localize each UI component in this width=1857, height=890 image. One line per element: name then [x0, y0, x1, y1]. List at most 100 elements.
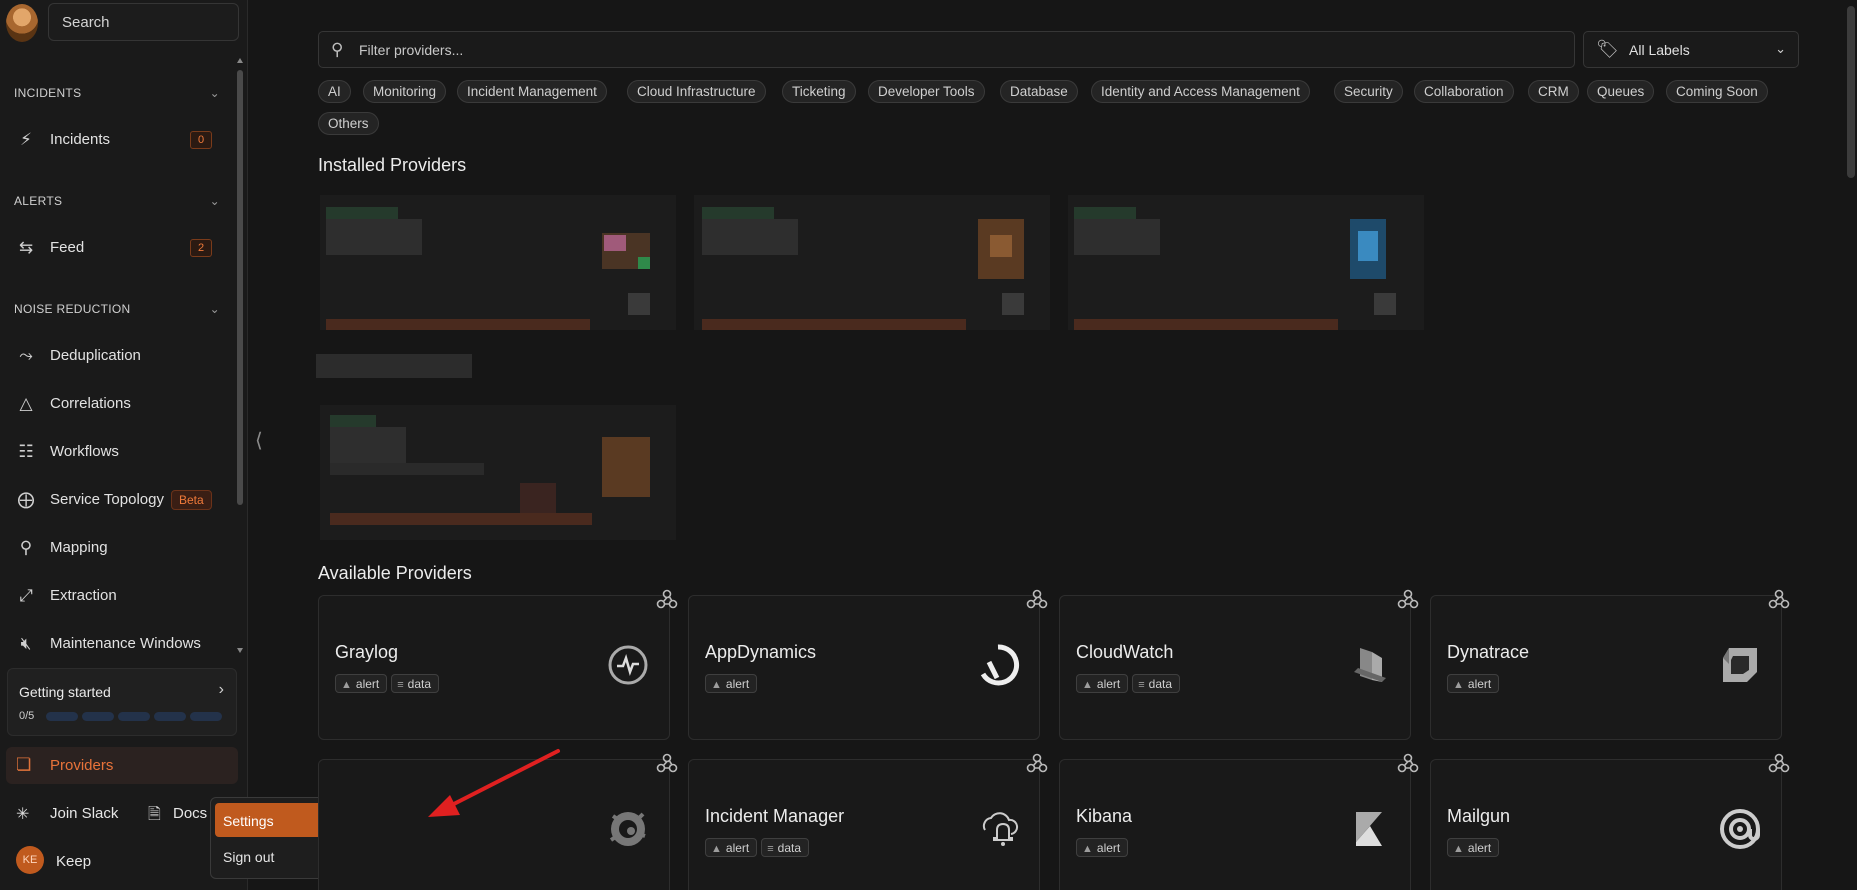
- installed-provider-card[interactable]: [320, 195, 676, 330]
- section-noise-reduction[interactable]: NOISE REDUCTION ⌄: [14, 302, 220, 322]
- sidebar: Search INCIDENTS ⌄ ⚡︎ Incidents 0 ALERTS…: [0, 0, 248, 890]
- labels-select[interactable]: 🏷︎ All Labels ⌄: [1583, 31, 1799, 68]
- dynatrace-logo-icon: [1717, 642, 1763, 688]
- category-chip[interactable]: Identity and Access Management: [1091, 80, 1310, 103]
- category-chip[interactable]: CRM: [1528, 80, 1579, 103]
- join-slack-link[interactable]: Join Slack: [50, 805, 118, 822]
- main-scrollbar[interactable]: [1845, 0, 1857, 890]
- category-chip[interactable]: Developer Tools: [868, 80, 985, 103]
- provider-card[interactable]: CloudWatch ▲ alert ≡ data: [1059, 595, 1411, 740]
- sidebar-item-label: Extraction: [50, 587, 117, 604]
- sidebar-item-incidents[interactable]: ⚡︎ Incidents 0: [6, 122, 232, 158]
- section-incidents[interactable]: INCIDENTS ⌄: [14, 86, 220, 106]
- kibana-logo-icon: [1346, 806, 1392, 852]
- provider-card[interactable]: Dynatrace ▲ alert: [1430, 595, 1782, 740]
- document-icon: 🗎︎: [148, 806, 161, 823]
- sidebar-scrollbar[interactable]: [236, 58, 244, 656]
- user-menu-trigger[interactable]: KE Keep: [6, 846, 206, 876]
- scroll-down-icon[interactable]: [237, 648, 243, 653]
- plug-icon: ❏: [16, 755, 32, 774]
- sidebar-item-maintenance-windows[interactable]: 🔇︎ Maintenance Windows: [6, 626, 232, 658]
- sidebar-item-feed[interactable]: ⇆ Feed 2: [6, 230, 232, 266]
- user-name: Keep: [56, 853, 92, 870]
- keep-logo-icon[interactable]: [6, 4, 38, 42]
- scroll-up-icon[interactable]: [237, 58, 243, 63]
- section-alerts[interactable]: ALERTS ⌄: [14, 194, 220, 214]
- sidebar-item-deduplication[interactable]: ⤳ Deduplication: [6, 338, 232, 374]
- category-chip[interactable]: Ticketing: [782, 80, 856, 103]
- sidebar-item-mapping[interactable]: ⚲ Mapping: [6, 530, 232, 566]
- provider-card[interactable]: AppDynamics ▲ alert: [688, 595, 1040, 740]
- sidebar-item-providers[interactable]: ❏ Providers: [6, 747, 238, 784]
- getting-started-progress: 0/5: [19, 710, 35, 722]
- webhook-icon: [1397, 752, 1419, 774]
- scrollbar-thumb[interactable]: [237, 70, 243, 505]
- provider-name: Kibana: [1076, 806, 1133, 826]
- sidebar-item-label: Feed: [50, 239, 85, 256]
- beta-badge: Beta: [171, 490, 212, 510]
- search-input[interactable]: Search: [48, 3, 239, 41]
- mute-icon: 🔇︎: [20, 634, 32, 653]
- provider-tag-label: alert: [725, 677, 750, 691]
- provider-tag-label: data: [1148, 677, 1173, 691]
- sidebar-item-label: Workflows: [50, 443, 119, 460]
- webhook-icon: [1768, 752, 1790, 774]
- sidebar-item-workflows[interactable]: ☷ Workflows: [6, 434, 232, 470]
- installed-provider-card[interactable]: [320, 405, 676, 540]
- installed-provider-card[interactable]: [694, 195, 1050, 330]
- sidebar-item-extraction[interactable]: ⤢ Extraction: [6, 578, 232, 614]
- provider-card[interactable]: Kibana ▲ alert: [1059, 759, 1411, 890]
- category-chip[interactable]: AI: [318, 80, 351, 103]
- incidents-count-badge: 0: [190, 131, 212, 149]
- provider-name: Mailgun: [1447, 806, 1511, 826]
- provider-tags: ▲ alert ≡ data: [1076, 674, 1184, 693]
- sidebar-item-correlations[interactable]: △ Correlations: [6, 386, 232, 422]
- docs-link[interactable]: Docs: [173, 805, 207, 822]
- bell-icon: ▲: [341, 679, 352, 691]
- available-providers-title: Available Providers: [318, 563, 472, 583]
- section-label: NOISE REDUCTION: [14, 302, 131, 316]
- chevron-right-icon: ›: [218, 681, 224, 698]
- getting-started-title: Getting started: [19, 684, 111, 700]
- chevron-down-icon: ⌄: [209, 194, 220, 208]
- installed-provider-card[interactable]: [1068, 195, 1424, 330]
- category-chip[interactable]: Coming Soon: [1666, 80, 1768, 103]
- provider-card[interactable]: Mailgun ▲ alert: [1430, 759, 1782, 890]
- progress-step: [82, 712, 114, 721]
- collapse-sidebar-icon[interactable]: ⟨: [255, 428, 263, 453]
- sidebar-item-service-topology[interactable]: ⨁ Service Topology Beta: [6, 482, 232, 518]
- scrollbar-thumb[interactable]: [1847, 6, 1855, 178]
- bell-icon: ▲: [1453, 679, 1464, 691]
- database-icon: ≡: [1138, 679, 1145, 691]
- provider-card[interactable]: Graylog ▲ alert ≡ data: [318, 595, 670, 740]
- sidebar-nav: INCIDENTS ⌄ ⚡︎ Incidents 0 ALERTS ⌄ ⇆ Fe…: [0, 58, 236, 658]
- category-chip[interactable]: Incident Management: [457, 80, 607, 103]
- arrows-swap-icon: ⇆: [18, 238, 34, 257]
- provider-tag-label: alert: [355, 677, 380, 691]
- category-chip[interactable]: Monitoring: [363, 80, 447, 103]
- mailgun-logo-icon: [1717, 806, 1763, 852]
- provider-tag: ≡ data: [1132, 674, 1181, 693]
- sidebar-item-label: Correlations: [50, 395, 131, 412]
- provider-name: CloudWatch: [1076, 642, 1174, 662]
- category-chip[interactable]: Cloud Infrastructure: [627, 80, 766, 103]
- provider-tags: ▲ alert: [705, 674, 761, 693]
- provider-tags: ▲ alert: [1447, 838, 1503, 857]
- sidebar-header: Search: [0, 0, 248, 50]
- category-chip[interactable]: Database: [1000, 80, 1078, 103]
- extraction-icon: ⤢: [19, 586, 33, 605]
- provider-tag: ▲ alert: [1076, 838, 1129, 857]
- category-chip[interactable]: Others: [318, 112, 379, 135]
- category-chip[interactable]: Security: [1334, 80, 1403, 103]
- provider-card[interactable]: Incident Manager ▲ alert ≡ data: [688, 759, 1040, 890]
- progress-step: [46, 712, 78, 721]
- provider-name: Incident Manager: [705, 806, 845, 826]
- bell-icon: ▲: [1082, 679, 1093, 691]
- provider-tag-label: alert: [1096, 677, 1121, 691]
- category-chip[interactable]: Collaboration: [1414, 80, 1514, 103]
- getting-started-card[interactable]: Getting started › 0/5: [7, 668, 237, 736]
- merge-icon: ⤳: [19, 346, 33, 365]
- provider-tag: ▲ alert: [1076, 674, 1129, 693]
- category-chip[interactable]: Queues: [1587, 80, 1655, 103]
- filter-providers-input[interactable]: ⚲ Filter providers...: [318, 31, 1575, 68]
